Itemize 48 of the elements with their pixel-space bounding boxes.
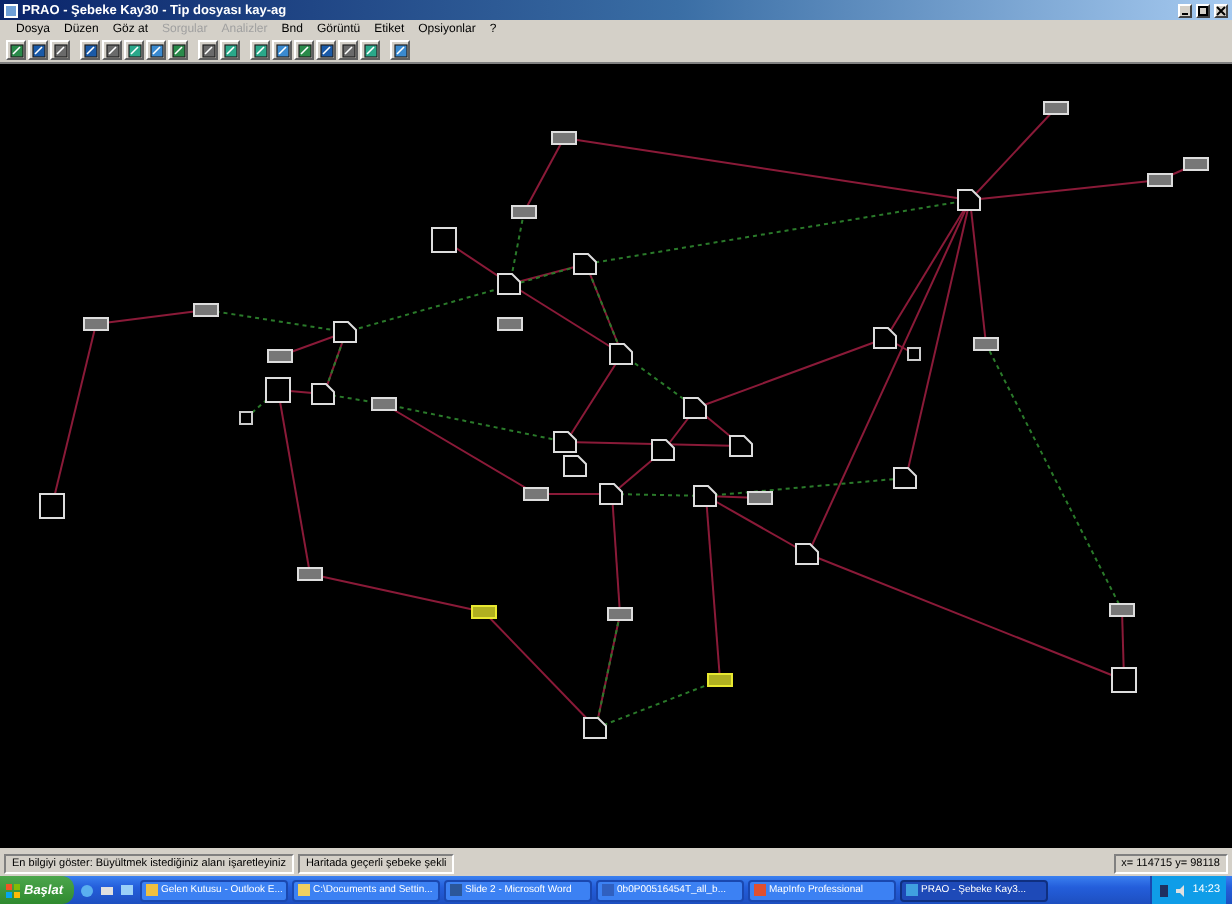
tool-icon [127, 43, 141, 57]
tool-icon [319, 43, 333, 57]
toolbar-button[interactable] [316, 40, 336, 60]
tool-icon [53, 43, 67, 57]
close-button[interactable] [1214, 3, 1228, 17]
app-icon [297, 884, 310, 896]
toolbar-button[interactable] [80, 40, 100, 60]
app-icon [449, 884, 462, 896]
tool-icon [393, 43, 407, 57]
toolbar-button[interactable] [220, 40, 240, 60]
tool-icon [171, 43, 185, 57]
minimize-button[interactable] [1178, 3, 1192, 17]
app-icon [601, 884, 614, 896]
toolbar-button[interactable] [390, 40, 410, 60]
toolbar-button[interactable] [50, 40, 70, 60]
windows-logo [6, 883, 20, 897]
app-icon [905, 884, 918, 896]
maximize-button[interactable] [1196, 3, 1210, 17]
toolbar-button[interactable] [28, 40, 48, 60]
globe-icon[interactable] [79, 883, 94, 897]
close-icon [1216, 5, 1226, 15]
toolbar-button[interactable] [360, 40, 380, 60]
toolbar-button[interactable] [168, 40, 188, 60]
toolbar-button[interactable] [6, 40, 26, 60]
tool-icon [105, 43, 119, 57]
toolbar-button[interactable] [124, 40, 144, 60]
maximize-icon [1198, 5, 1208, 15]
toolbar-button[interactable] [198, 40, 218, 60]
tool-icon [9, 43, 23, 57]
tool-icon [223, 43, 237, 57]
toolbar-button[interactable] [338, 40, 358, 60]
tool-icon [83, 43, 97, 57]
toolbar-button[interactable] [294, 40, 314, 60]
toolbar-button[interactable] [272, 40, 292, 60]
app-icon [145, 884, 158, 896]
toolbar-button[interactable] [146, 40, 166, 60]
tool-icon [275, 43, 289, 57]
tool-icon [201, 43, 215, 57]
app-icon [4, 3, 18, 17]
tool-icon [297, 43, 311, 57]
toolbar-button[interactable] [250, 40, 270, 60]
tool-icon [341, 43, 355, 57]
tool-icon [253, 43, 267, 57]
tool-icon [31, 43, 45, 57]
tool-icon [363, 43, 377, 57]
tool-icon [149, 43, 163, 57]
toolbar-button[interactable] [102, 40, 122, 60]
app-icon [753, 884, 766, 896]
